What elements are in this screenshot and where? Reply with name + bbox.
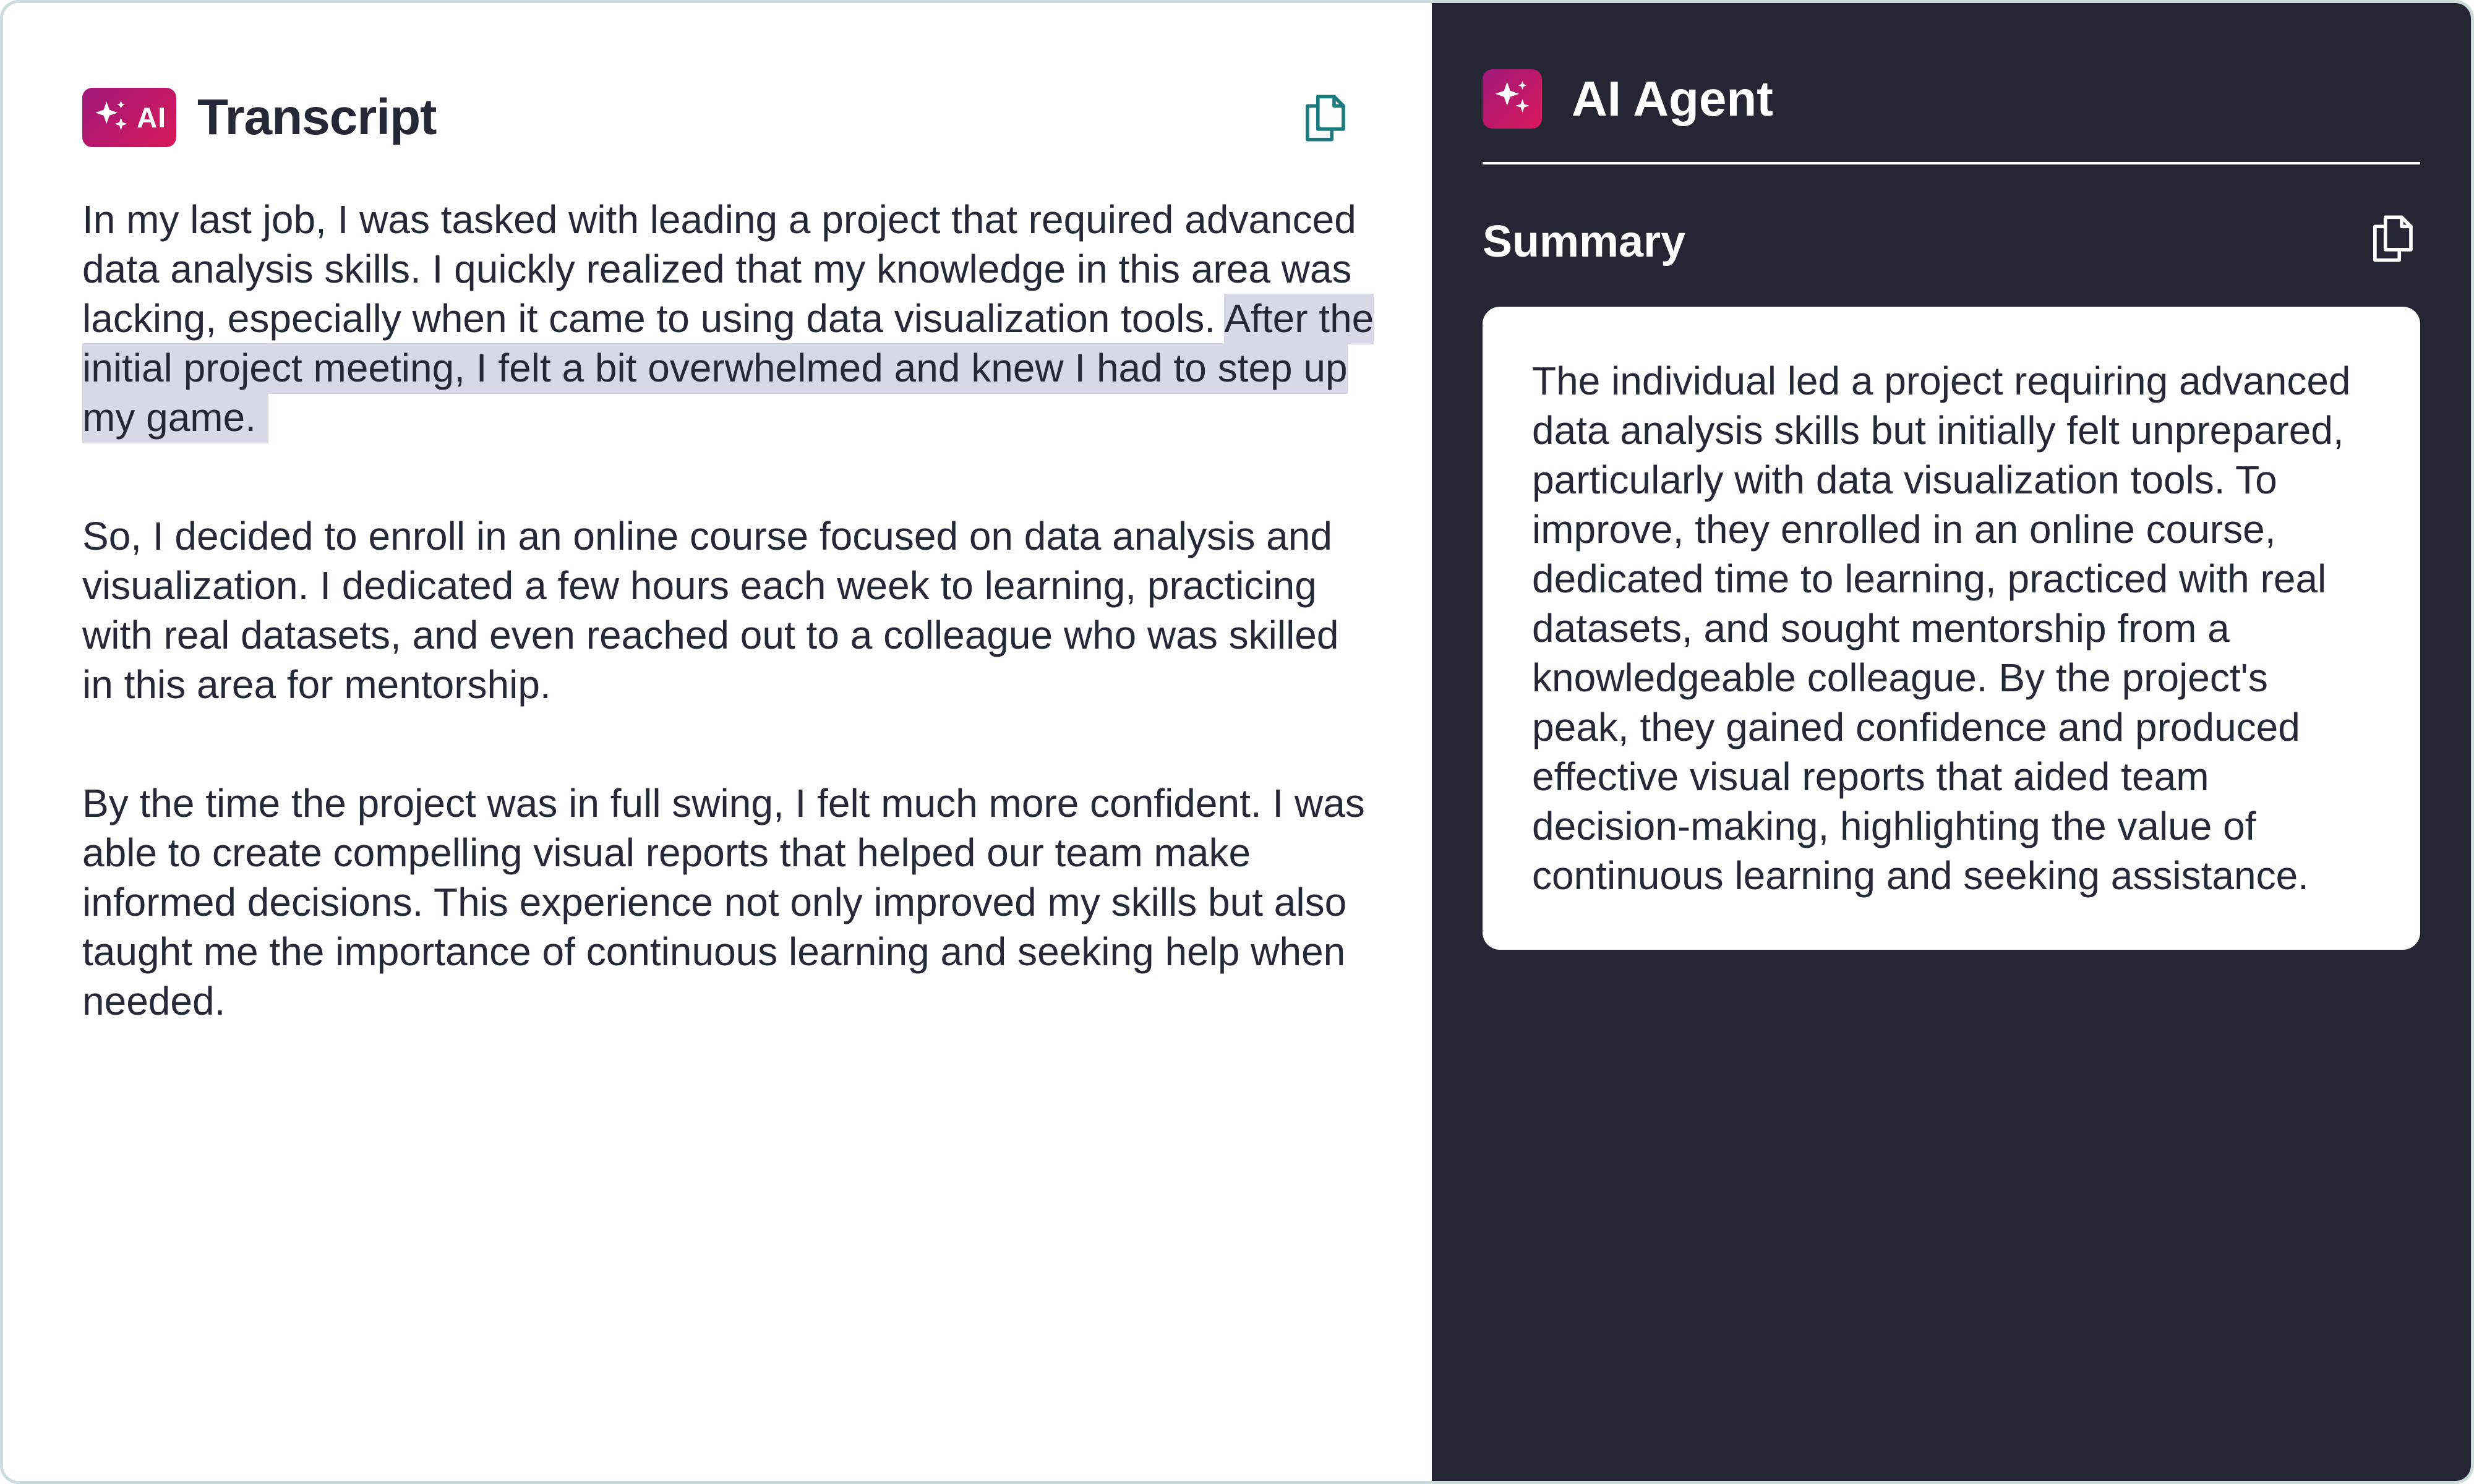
transcript-paragraph: So, I decided to enroll in an online cou… bbox=[82, 514, 1339, 707]
ai-agent-panel: AI Agent Summary The individual led a pr… bbox=[1432, 3, 2471, 1481]
transcript-panel: AI Transcript In my last job, I was task… bbox=[3, 3, 1432, 1481]
summary-card: The individual led a project requiring a… bbox=[1483, 307, 2420, 950]
summary-header: Summary bbox=[1483, 214, 2420, 270]
sparkle-icon bbox=[95, 100, 127, 130]
transcript-title: Transcript bbox=[197, 89, 437, 145]
transcript-paragraph: By the time the project was in full swin… bbox=[82, 781, 1365, 1023]
divider bbox=[1483, 162, 2420, 164]
transcript-text: In my last job, I was tasked with leadin… bbox=[82, 197, 1356, 341]
summary-text: The individual led a project requiring a… bbox=[1532, 359, 2351, 898]
agent-header: AI Agent bbox=[1483, 68, 2420, 130]
copy-icon[interactable] bbox=[1297, 90, 1353, 145]
transcript-header: AI Transcript bbox=[82, 83, 1364, 151]
summary-title: Summary bbox=[1483, 217, 1686, 267]
ai-badge: AI bbox=[82, 88, 176, 147]
transcript-paragraph: In my last job, I was tasked with leadin… bbox=[82, 195, 1375, 443]
transcript-body: In my last job, I was tasked with leadin… bbox=[82, 195, 1375, 1026]
ai-badge-label: AI bbox=[137, 101, 166, 134]
agent-title: AI Agent bbox=[1572, 71, 1773, 126]
agent-badge bbox=[1483, 69, 1542, 129]
sparkle-icon bbox=[1495, 81, 1530, 113]
app-window: AI Transcript In my last job, I was task… bbox=[0, 0, 2474, 1484]
copy-icon[interactable] bbox=[2365, 210, 2420, 266]
